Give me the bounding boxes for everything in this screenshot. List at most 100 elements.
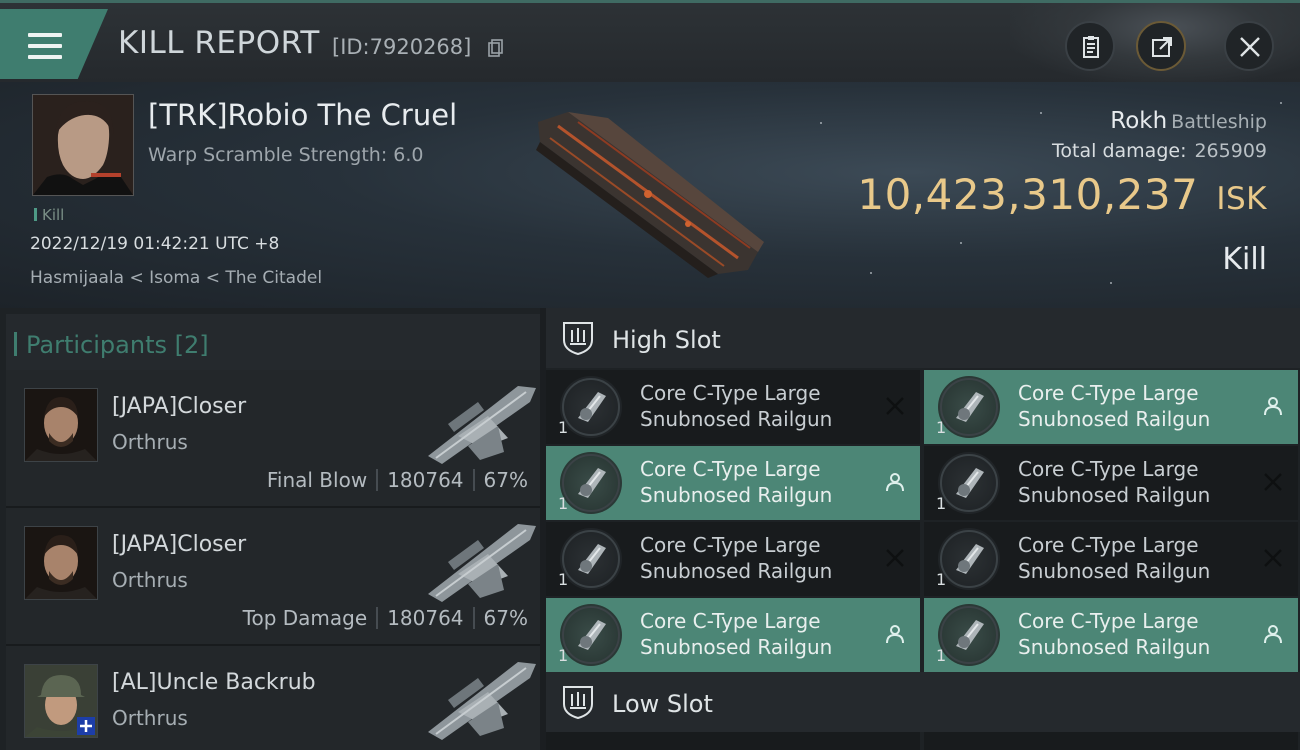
person-icon <box>886 625 904 644</box>
module-name: Core C-Type Large Snubnosed Railgun <box>640 381 833 431</box>
high-slot-header: High Slot <box>546 308 1300 368</box>
person-icon <box>1264 625 1282 644</box>
high-slot-title: High Slot <box>612 326 721 354</box>
kill-tag: Kill <box>34 206 64 224</box>
participant-damage: 180764 <box>387 468 464 492</box>
page-title: KILL REPORT <box>118 25 320 61</box>
slot-icon <box>563 322 593 356</box>
participant-row[interactable]: [JAPA]Closer Orthrus Top Damage 180764 67% <box>6 508 540 646</box>
menu-icon <box>28 33 62 61</box>
module-name: Core C-Type Large Snubnosed Railgun <box>1018 609 1211 659</box>
share-button[interactable] <box>1136 21 1186 71</box>
menu-button[interactable] <box>0 9 108 79</box>
clipboard-icon <box>1083 36 1099 58</box>
participant-ship-image[interactable] <box>418 514 540 604</box>
low-slot-module-row[interactable] <box>924 732 1298 750</box>
separator <box>376 607 379 629</box>
participant-ship: Orthrus <box>112 568 188 592</box>
result-label: Kill <box>1222 242 1267 277</box>
ship-class: Battleship <box>1171 111 1267 133</box>
module-item[interactable]: 1 Core C-Type Large Snubnosed Railgun <box>924 522 1298 596</box>
participant-ship: Orthrus <box>112 706 188 730</box>
module-name: Core C-Type Large Snubnosed Railgun <box>640 609 833 659</box>
module-quantity: 1 <box>936 418 947 437</box>
kill-location[interactable]: Hasmijaala < Isoma < The Citadel <box>30 268 322 288</box>
participant-stats: Top Damage 180764 67% <box>243 606 528 630</box>
module-quantity: 1 <box>558 570 569 589</box>
x-icon <box>1264 549 1282 567</box>
module-name: Core C-Type Large Snubnosed Railgun <box>640 533 833 583</box>
module-quantity: 1 <box>558 646 569 665</box>
avatar-portrait-icon <box>25 665 97 737</box>
avatar[interactable] <box>24 388 98 462</box>
railgun-icon <box>938 604 1000 666</box>
avatar[interactable] <box>24 664 98 738</box>
module-name: Core C-Type Large Snubnosed Railgun <box>1018 457 1211 507</box>
victim-avatar[interactable] <box>32 94 134 196</box>
isk-amount: 10,423,310,237 <box>857 170 1199 219</box>
total-damage: Total damage: 265909 <box>1052 140 1267 162</box>
close-button[interactable] <box>1224 21 1274 71</box>
module-item[interactable]: 1 Core C-Type Large Snubnosed Railgun <box>924 446 1298 520</box>
participant-ship-image[interactable] <box>418 376 540 466</box>
participant-percent: 67% <box>483 468 528 492</box>
victim-banner: [TRK]Robio The Cruel Warp Scramble Stren… <box>0 82 1300 308</box>
participant-role: Final Blow <box>266 468 368 492</box>
x-icon <box>886 397 904 415</box>
low-slot-header: Low Slot <box>546 672 1300 732</box>
separator <box>376 469 379 491</box>
victim-ship[interactable]: Rokh Battleship <box>1110 108 1267 134</box>
railgun-icon <box>938 528 1000 590</box>
separator <box>472 607 475 629</box>
participants-header: Participants [2] <box>6 314 540 370</box>
participant-row[interactable]: [AL]Uncle Backrub Orthrus <box>6 646 540 750</box>
participants-count: [2] <box>174 331 209 359</box>
low-slot-title: Low Slot <box>612 690 713 718</box>
close-icon <box>1240 37 1260 57</box>
module-item[interactable]: 1 Core C-Type Large Snubnosed Railgun <box>924 370 1298 444</box>
victim-name[interactable]: [TRK]Robio The Cruel <box>148 98 457 132</box>
railgun-icon <box>938 376 1000 438</box>
report-id: [ID:7920268] <box>332 35 472 59</box>
warp-scramble-strength: Warp Scramble Strength: 6.0 <box>148 144 424 166</box>
module-item[interactable]: 1 Core C-Type Large Snubnosed Railgun <box>546 370 920 444</box>
participant-ship-image[interactable] <box>418 652 540 742</box>
module-quantity: 1 <box>936 570 947 589</box>
participant-row[interactable]: [JAPA]Closer Orthrus Final Blow 180764 67% <box>6 370 540 508</box>
participant-name[interactable]: [AL]Uncle Backrub <box>112 670 316 695</box>
x-icon <box>1264 473 1282 491</box>
participant-stats: Final Blow 180764 67% <box>267 468 528 492</box>
participant-role: Top Damage <box>242 606 368 630</box>
separator <box>472 469 475 491</box>
railgun-icon <box>938 452 1000 514</box>
total-damage-label: Total damage: <box>1052 140 1187 162</box>
fitting-panel: High Slot 1 Core C-Type Large Snubnosed R… <box>546 308 1300 750</box>
isk-value: 10,423,310,237 ISK <box>857 170 1267 219</box>
kill-datetime: 2022/12/19 01:42:21 UTC +8 <box>30 234 280 254</box>
module-quantity: 1 <box>558 418 569 437</box>
avatar[interactable] <box>24 526 98 600</box>
participants-panel: Participants [2] [JAPA]Closer Orthrus Fi… <box>0 308 540 750</box>
module-item[interactable]: 1 Core C-Type Large Snubnosed Railgun <box>546 446 920 520</box>
x-icon <box>886 549 904 567</box>
module-name: Core C-Type Large Snubnosed Railgun <box>640 457 833 507</box>
participants-title-label: Participants <box>26 331 167 359</box>
module-quantity: 1 <box>558 494 569 513</box>
module-name: Core C-Type Large Snubnosed Railgun <box>1018 533 1211 583</box>
person-icon <box>1264 397 1282 416</box>
module-item[interactable]: 1 Core C-Type Large Snubnosed Railgun <box>924 598 1298 672</box>
avatar-portrait-icon <box>25 527 97 599</box>
module-item[interactable]: 1 Core C-Type Large Snubnosed Railgun <box>546 598 920 672</box>
low-slot-module-row[interactable] <box>546 732 920 750</box>
isk-unit: ISK <box>1216 181 1267 217</box>
participant-name[interactable]: [JAPA]Closer <box>112 394 246 419</box>
participant-damage: 180764 <box>387 606 464 630</box>
module-item[interactable]: 1 Core C-Type Large Snubnosed Railgun <box>546 522 920 596</box>
victim-ship-image[interactable] <box>528 102 768 282</box>
total-damage-value: 265909 <box>1194 140 1267 162</box>
module-name: Core C-Type Large Snubnosed Railgun <box>1018 381 1211 431</box>
participant-name[interactable]: [JAPA]Closer <box>112 532 246 557</box>
module-quantity: 1 <box>936 494 947 513</box>
copy-icon[interactable] <box>488 39 503 57</box>
clipboard-button[interactable] <box>1065 21 1115 71</box>
